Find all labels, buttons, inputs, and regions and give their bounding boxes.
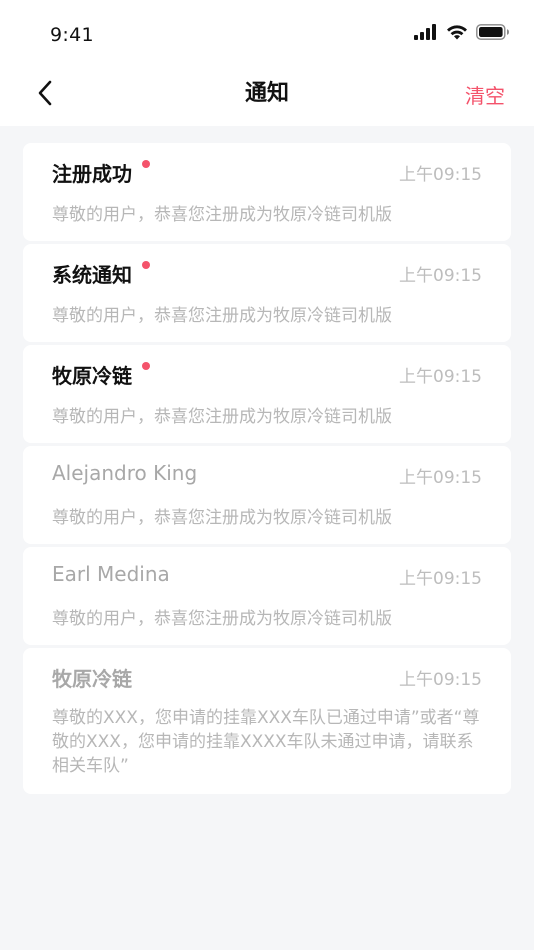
- status-icons: [414, 24, 510, 44]
- notification-time: 上午09:15: [399, 367, 482, 387]
- notification-item[interactable]: Earl Medina 上午09:15 尊敬的用户，恭喜您注册成为牧原冷链司机版: [23, 547, 511, 645]
- notification-title: Alejandro King: [52, 461, 198, 485]
- signal-icon: [414, 24, 438, 44]
- notification-item[interactable]: 牧原冷链 上午09:15 尊敬的XXX，您申请的挂靠XXX车队已通过申请”或者“…: [23, 648, 511, 794]
- notification-list: 注册成功 上午09:15 尊敬的用户，恭喜您注册成为牧原冷链司机版 系统通知 上…: [23, 143, 511, 797]
- unread-dot: [142, 160, 150, 168]
- status-time: 9:41: [50, 24, 94, 46]
- notification-title: 牧原冷链: [52, 364, 132, 388]
- notification-body: 尊敬的用户，恭喜您注册成为牧原冷链司机版: [52, 609, 392, 629]
- notification-item[interactable]: 注册成功 上午09:15 尊敬的用户，恭喜您注册成为牧原冷链司机版: [23, 143, 511, 241]
- notification-item[interactable]: 牧原冷链 上午09:15 尊敬的用户，恭喜您注册成为牧原冷链司机版: [23, 345, 511, 443]
- wifi-icon: [446, 24, 468, 45]
- notification-body: 尊敬的用户，恭喜您注册成为牧原冷链司机版: [52, 205, 392, 225]
- header: 9:41 通知 清空: [0, 0, 534, 126]
- notification-title: Earl Medina: [52, 562, 170, 586]
- notification-title: 注册成功: [52, 162, 132, 186]
- notification-item[interactable]: Alejandro King 上午09:15 尊敬的用户，恭喜您注册成为牧原冷链…: [23, 446, 511, 544]
- notifications-screen: 9:41 通知 清空 注册成功 上午09:15 尊敬的用户，恭喜您注册成为牧原冷…: [0, 0, 534, 950]
- notification-title: 系统通知: [52, 263, 132, 287]
- page-title: 通知: [244, 81, 289, 106]
- notification-time: 上午09:15: [399, 569, 482, 589]
- notification-body: 尊敬的XXX，您申请的挂靠XXX车队已通过申请”或者“尊敬的XXX，您申请的挂靠…: [52, 708, 480, 776]
- notification-time: 上午09:15: [399, 266, 482, 286]
- notification-body: 尊敬的用户，恭喜您注册成为牧原冷链司机版: [52, 407, 392, 427]
- notification-time: 上午09:15: [399, 670, 482, 690]
- notification-body: 尊敬的用户，恭喜您注册成为牧原冷链司机版: [52, 306, 392, 326]
- clear-all-button[interactable]: 清空: [465, 80, 505, 109]
- notification-body: 尊敬的用户，恭喜您注册成为牧原冷链司机版: [52, 508, 392, 528]
- notification-title: 牧原冷链: [52, 667, 132, 691]
- notification-time: 上午09:15: [399, 165, 482, 185]
- notification-time: 上午09:15: [399, 468, 482, 488]
- unread-dot: [142, 261, 150, 269]
- unread-dot: [142, 362, 150, 370]
- notification-item[interactable]: 系统通知 上午09:15 尊敬的用户，恭喜您注册成为牧原冷链司机版: [23, 244, 511, 342]
- battery-icon: [476, 24, 510, 44]
